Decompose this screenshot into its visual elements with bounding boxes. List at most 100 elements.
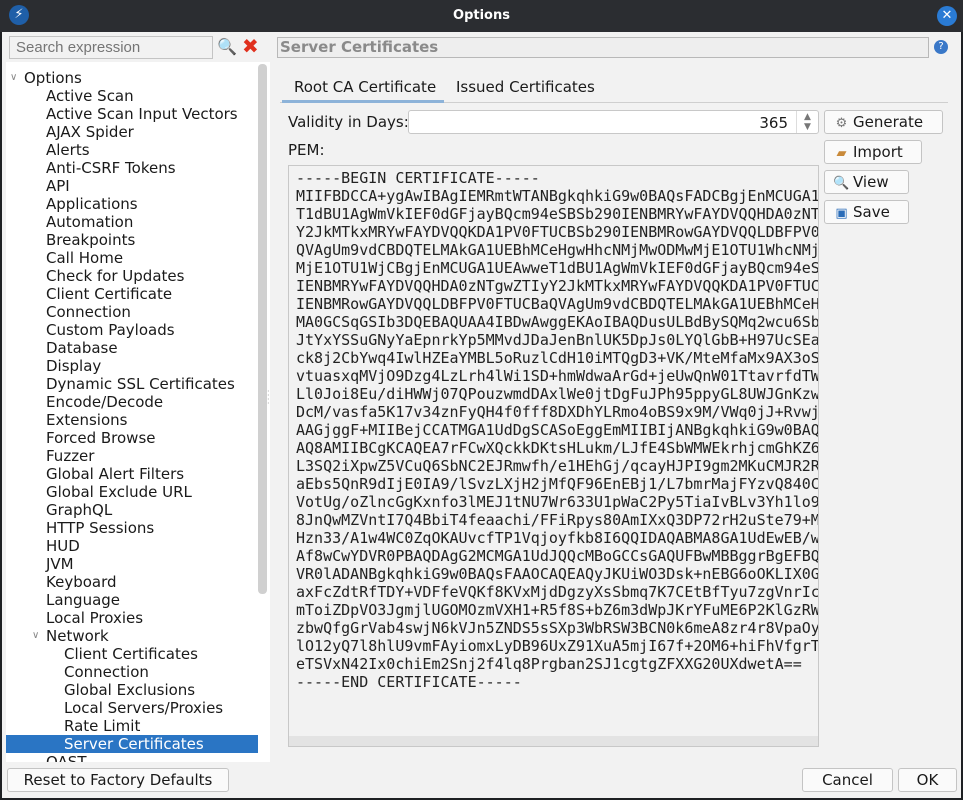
cancel-button[interactable]: Cancel — [802, 768, 893, 792]
tree-item[interactable]: JVM — [6, 555, 258, 573]
tree-item[interactable]: Local Servers/Proxies — [6, 699, 258, 717]
tree-item-label: Dynamic SSL Certificates — [46, 375, 235, 393]
tree-item-label: Local Servers/Proxies — [64, 699, 224, 717]
reset-defaults-button[interactable]: Reset to Factory Defaults — [7, 768, 229, 792]
tree-item[interactable]: AJAX Spider — [6, 123, 258, 141]
tree-item[interactable]: Keyboard — [6, 573, 258, 591]
tree-item[interactable]: Active Scan — [6, 87, 258, 105]
tree-item[interactable]: API — [6, 177, 258, 195]
tree-item[interactable]: Client Certificate — [6, 285, 258, 303]
options-dialog: 🔍 ✖ ∨ OptionsActive ScanActive Scan Input… — [2, 32, 961, 798]
tree-item[interactable]: HUD — [6, 537, 258, 555]
tree-item[interactable]: Connection — [6, 663, 258, 681]
tree-item-label: Extensions — [46, 411, 128, 429]
search-input[interactable] — [9, 36, 213, 59]
pem-text[interactable]: -----BEGIN CERTIFICATE----- MIIFBDCCA+yg… — [296, 169, 818, 691]
tree-scrollbar[interactable] — [258, 64, 267, 594]
tree-item[interactable]: Forced Browse — [6, 429, 258, 447]
tree-item-label: OAST — [46, 753, 87, 762]
tree-item-label: Active Scan — [46, 87, 134, 105]
tree-item[interactable]: Automation — [6, 213, 258, 231]
tree-item[interactable]: Local Proxies — [6, 609, 258, 627]
tree-item-label: Call Home — [46, 249, 124, 267]
tree-item-label: Language — [46, 591, 121, 609]
tree-item-label: Global Exclusions — [64, 681, 196, 699]
tree-item-label: Local Proxies — [46, 609, 144, 627]
tree-item[interactable]: Dynamic SSL Certificates — [6, 375, 258, 393]
tree-item[interactable]: Language — [6, 591, 258, 609]
import-button[interactable]: ▰ Import — [824, 140, 922, 164]
tree-item[interactable]: Global Exclusions — [6, 681, 258, 699]
gear-icon: ⚙ — [835, 116, 848, 131]
search-icon[interactable]: 🔍 — [217, 37, 237, 56]
tree-item[interactable]: HTTP Sessions — [6, 519, 258, 537]
ok-button[interactable]: OK — [898, 768, 957, 792]
pem-textarea[interactable]: -----BEGIN CERTIFICATE----- MIIFBDCCA+yg… — [288, 165, 819, 747]
tree-item-label: Options — [24, 69, 82, 87]
tree-item-label: Rate Limit — [64, 717, 141, 735]
window-title: Options — [453, 8, 510, 23]
tree-item[interactable]: Global Alert Filters — [6, 465, 258, 483]
tree-item-label: API — [46, 177, 70, 195]
tree-item-label: Database — [46, 339, 118, 357]
tree-item[interactable]: Display — [6, 357, 258, 375]
generate-label: Generate — [853, 113, 924, 131]
tree-item[interactable]: GraphQL — [6, 501, 258, 519]
tree-item[interactable]: Fuzzer — [6, 447, 258, 465]
tree-item[interactable]: Alerts — [6, 141, 258, 159]
tree-item-label: Anti-CSRF Tokens — [46, 159, 176, 177]
tree-item[interactable]: Rate Limit — [6, 717, 258, 735]
save-label: Save — [853, 203, 890, 221]
tree-item-label: GraphQL — [46, 501, 113, 519]
tree-item-label: Client Certificate — [46, 285, 173, 303]
tree-item[interactable]: Check for Updates — [6, 267, 258, 285]
spinner-arrows-icon[interactable]: ▲ ▼ — [796, 111, 818, 133]
tree-item[interactable]: OAST — [6, 753, 258, 762]
tree-item-label: Global Exclude URL — [46, 483, 192, 501]
validity-value[interactable]: 365 — [759, 114, 788, 132]
folder-icon: ▰ — [836, 146, 847, 161]
tree-item[interactable]: Encode/Decode — [6, 393, 258, 411]
tree-item-label: Network — [46, 627, 109, 645]
view-label: View — [853, 173, 889, 191]
clear-search-icon[interactable]: ✖ — [242, 34, 259, 58]
chevron-down-icon[interactable]: ∨ — [32, 627, 39, 645]
tree-item-label: Automation — [46, 213, 134, 231]
magnifier-icon: 🔍 — [833, 176, 850, 191]
tree-item[interactable]: Anti-CSRF Tokens — [6, 159, 258, 177]
tree-item[interactable]: Extensions — [6, 411, 258, 429]
tree-item-label: Connection — [64, 663, 149, 681]
view-button[interactable]: 🔍 View — [824, 170, 909, 194]
options-tree: ∨ Options Active Scan Active Scan Input Vec… — [6, 62, 270, 762]
tree-item[interactable]: ∨ Options — [6, 69, 258, 87]
chevron-down-icon[interactable]: ∨ — [10, 69, 17, 87]
validity-days-spinner[interactable]: 365 ▲ ▼ — [408, 110, 819, 134]
tree-item[interactable]: Call Home — [6, 249, 258, 267]
tab-issued-certificates[interactable]: Issued Certificates — [444, 77, 607, 101]
tree-item-label: Fuzzer — [46, 447, 95, 465]
tree-item[interactable]: Applications — [6, 195, 258, 213]
splitter-handle[interactable]: · · · · — [267, 388, 271, 408]
tree-item[interactable]: Custom Payloads — [6, 321, 258, 339]
active-tab-indicator — [282, 100, 444, 103]
pem-label: PEM: — [288, 141, 325, 159]
pem-horizontal-scrollbar[interactable] — [289, 736, 818, 746]
tree-item[interactable]: Breakpoints — [6, 231, 258, 249]
tree-item[interactable]: Active Scan Input Vectors — [6, 105, 258, 123]
tree-item-label: Client Certificates — [64, 645, 198, 663]
tree-item[interactable]: Client Certificates — [6, 645, 258, 663]
tree-item-label: Alerts — [46, 141, 90, 159]
generate-button[interactable]: ⚙ Generate — [824, 110, 943, 134]
tab-root-ca-certificate[interactable]: Root CA Certificate — [282, 77, 448, 101]
tree-item-label: HTTP Sessions — [46, 519, 155, 537]
tree-item[interactable]: Database — [6, 339, 258, 357]
tree-item-label: Keyboard — [46, 573, 117, 591]
close-icon[interactable]: ✕ — [937, 6, 957, 26]
tree-item[interactable]: ∨ Network — [6, 627, 258, 645]
save-button[interactable]: ▣ Save — [824, 200, 909, 224]
validity-label: Validity in Days: — [288, 113, 409, 131]
help-icon[interactable]: ? — [934, 40, 948, 54]
tree-item[interactable]: Server Certificates — [6, 735, 258, 753]
tree-item[interactable]: Connection — [6, 303, 258, 321]
tree-item[interactable]: Global Exclude URL — [6, 483, 258, 501]
